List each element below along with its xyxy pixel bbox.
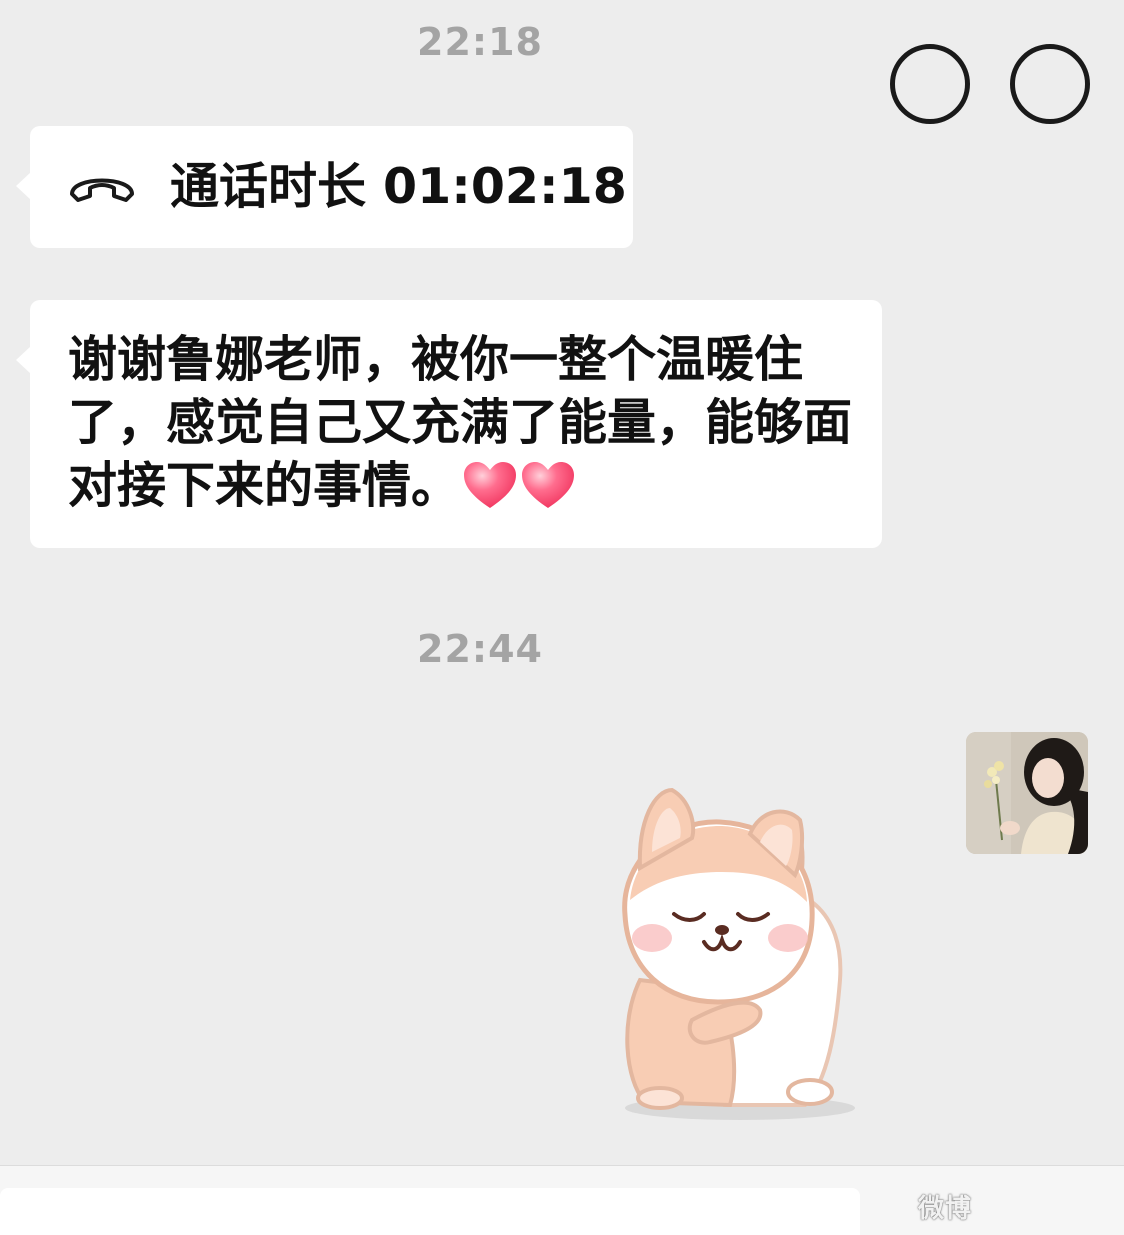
message-text: 谢谢鲁娜老师，被你一整个温暖住了，感觉自己又充满了能量，能够面对接下来的事情。: [68, 331, 853, 514]
timestamp: 22:18: [417, 20, 543, 64]
red-heart-icon: [464, 462, 517, 508]
chat-screen: 22:18 通话时长 01:02:18 谢谢鲁娜老师，被你一整个温暖住了，感觉自…: [0, 0, 1124, 1235]
phone-hangup-icon: [70, 178, 134, 202]
avatar-photo: [966, 732, 1088, 854]
hugging-dog-sticker[interactable]: [600, 780, 870, 1130]
emoji-face-icon[interactable]: [890, 44, 970, 124]
plus-circle-icon[interactable]: [1010, 44, 1090, 124]
message-bubble[interactable]: 谢谢鲁娜老师，被你一整个温暖住了，感觉自己又充满了能量，能够面对接下来的事情。: [16, 300, 882, 548]
red-heart-icon: [522, 462, 575, 508]
watermark: 微博: [918, 1194, 973, 1224]
call-duration-text: 通话时长 01:02:18: [170, 158, 627, 215]
message-input[interactable]: [0, 1188, 860, 1235]
message-content: 谢谢鲁娜老师，被你一整个温暖住了，感觉自己又充满了能量，能够面对接下来的事情。: [68, 328, 858, 517]
user-avatar[interactable]: [966, 732, 1088, 854]
timestamp: 22:44: [417, 627, 543, 671]
